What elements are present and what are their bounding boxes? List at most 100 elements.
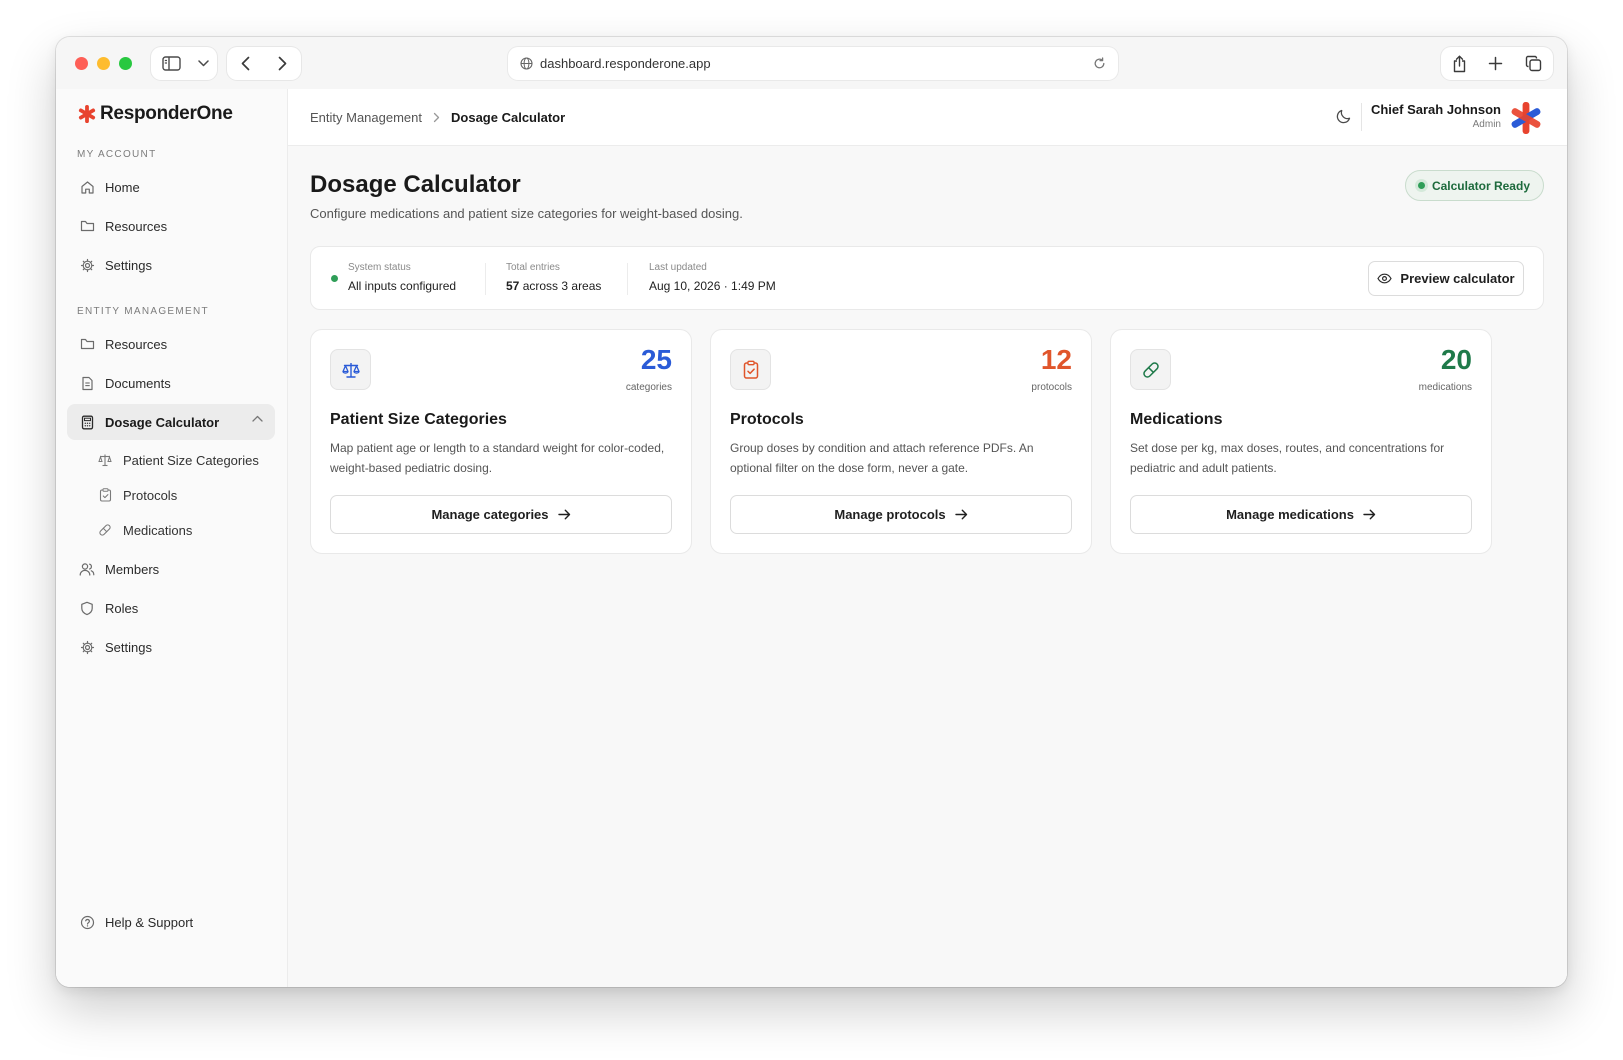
sidebar-item-documents[interactable]: Documents — [67, 365, 275, 401]
stat-total-entries: Total entries 57 across 3 areas — [506, 262, 601, 293]
brand-name: ResponderOne — [100, 103, 233, 124]
help-icon — [79, 914, 95, 930]
browser-window: dashboard.responderone.app ResponderOne — [56, 37, 1567, 987]
stat-value: 57 across 3 areas — [506, 279, 601, 293]
preview-calculator-button[interactable]: Preview calculator — [1368, 261, 1524, 296]
sidebar-item-entity-resources[interactable]: Resources — [67, 326, 275, 362]
pill-icon — [98, 523, 112, 537]
sidebar-subitem-patient-size-categories[interactable]: Patient Size Categories — [98, 446, 274, 474]
manage-protocols-button[interactable]: Manage protocols — [730, 495, 1072, 534]
card-icon-container — [330, 349, 371, 390]
sidebar-item-dosage-calculator[interactable]: Dosage Calculator — [67, 404, 275, 440]
breadcrumb-current: Dosage Calculator — [451, 110, 566, 125]
home-icon — [79, 179, 95, 195]
breadcrumb-parent[interactable]: Entity Management — [310, 110, 422, 125]
status-summary-bar: System status All inputs configured Tota… — [310, 246, 1544, 310]
minimize-window-button[interactable] — [97, 57, 110, 70]
tabs-overview-icon[interactable] — [1525, 55, 1542, 72]
stat-label: System status — [348, 262, 411, 273]
sidebar-toggle-button[interactable] — [151, 47, 191, 80]
sidebar-item-label: Help & Support — [105, 914, 194, 930]
eye-icon — [1377, 273, 1393, 284]
sidebar-item-home[interactable]: Home — [67, 169, 275, 205]
tab-menu-button[interactable] — [191, 47, 215, 80]
url-text: dashboard.responderone.app — [540, 56, 711, 71]
sidebar-subitem-label: Protocols — [123, 487, 178, 503]
browser-titlebar: dashboard.responderone.app — [56, 37, 1567, 89]
sidebar-item-help-support[interactable]: Help & Support — [67, 904, 275, 940]
address-bar[interactable]: dashboard.responderone.app — [508, 47, 1118, 80]
manage-medications-button[interactable]: Manage medications — [1130, 495, 1472, 534]
chevron-up-icon[interactable] — [252, 415, 263, 422]
maximize-window-button[interactable] — [119, 57, 132, 70]
share-icon[interactable] — [1452, 55, 1467, 73]
sidebar-item-roles[interactable]: Roles — [67, 590, 275, 626]
card-count-unit: medications — [1418, 382, 1472, 393]
avatar[interactable] — [1509, 101, 1543, 135]
card-title: Patient Size Categories — [330, 411, 507, 428]
entries-suffix: across 3 areas — [522, 279, 602, 293]
card-medications: 20 medications Medications Set dose per … — [1110, 329, 1492, 554]
sidebar: ResponderOne MY ACCOUNT Home Resources S… — [56, 89, 288, 987]
card-description: Map patient age or length to a standard … — [330, 441, 665, 475]
sidebar-subitem-label: Patient Size Categories — [123, 452, 259, 468]
folder-icon — [79, 336, 95, 352]
sidebar-item-label: Members — [105, 561, 160, 577]
sidebar-item-label: Dosage Calculator — [105, 414, 220, 430]
stat-divider — [627, 263, 628, 295]
sidebar-toggle-icon — [161, 56, 181, 71]
brand-logo[interactable]: ResponderOne — [77, 103, 233, 125]
sidebar-subitem-protocols[interactable]: Protocols — [98, 481, 274, 509]
sidebar-item-label: Settings — [105, 257, 152, 273]
stat-last-updated: Last updated Aug 10, 2026 · 1:49 PM — [649, 262, 776, 293]
gear-icon — [79, 639, 95, 655]
sidebar-item-resources[interactable]: Resources — [67, 208, 275, 244]
breadcrumb-chevron-icon — [433, 112, 440, 123]
page-subtitle: Configure medications and patient size c… — [310, 206, 743, 221]
dark-mode-toggle-icon[interactable] — [1335, 108, 1352, 125]
section-label-my-account: MY ACCOUNT — [77, 149, 157, 160]
card-protocols: 12 protocols Protocols Group doses by co… — [710, 329, 1092, 554]
manage-categories-button[interactable]: Manage categories — [330, 495, 672, 534]
system-status-dot — [331, 275, 338, 282]
chevron-left-icon — [241, 56, 250, 71]
close-window-button[interactable] — [75, 57, 88, 70]
status-badge-label: Calculator Ready — [1431, 178, 1530, 193]
stat-divider — [485, 263, 486, 295]
reload-icon[interactable] — [1093, 57, 1106, 70]
users-icon — [79, 561, 95, 577]
sidebar-item-label: Home — [105, 179, 140, 195]
arrow-right-icon — [954, 509, 967, 520]
card-title: Protocols — [730, 411, 804, 428]
stat-value: All inputs configured — [348, 279, 457, 293]
button-label: Manage medications — [1226, 507, 1354, 522]
card-count: 20 — [1440, 344, 1472, 375]
browser-actions — [1441, 47, 1553, 80]
forward-button[interactable] — [264, 47, 301, 80]
chevron-down-icon — [197, 60, 209, 67]
sidebar-item-members[interactable]: Members — [67, 551, 275, 587]
sidebar-item-settings[interactable]: Settings — [67, 247, 275, 283]
new-tab-icon[interactable] — [1488, 56, 1503, 71]
back-button[interactable] — [227, 47, 264, 80]
card-title: Medications — [1130, 411, 1223, 428]
brand-logo-icon — [78, 105, 96, 123]
button-label: Manage protocols — [834, 507, 946, 522]
document-icon — [79, 375, 95, 391]
card-count: 12 — [1040, 344, 1072, 375]
sidebar-item-label: Resources — [105, 218, 168, 234]
stat-system-status: System status All inputs configured — [348, 262, 456, 293]
sidebar-subitem-medications[interactable]: Medications — [98, 516, 274, 544]
user-info[interactable]: Chief Sarah Johnson Admin — [1371, 102, 1501, 130]
card-description: Group doses by condition and attach refe… — [730, 441, 1034, 475]
chevron-right-icon — [278, 56, 287, 71]
history-nav-group — [227, 47, 301, 80]
card-icon-container — [1130, 349, 1171, 390]
sidebar-subitem-label: Medications — [123, 522, 193, 538]
calculator-icon — [79, 414, 95, 430]
page-title: Dosage Calculator — [310, 171, 521, 198]
status-badge: Calculator Ready — [1404, 170, 1544, 201]
card-count-unit: categories — [625, 382, 672, 393]
sidebar-item-entity-settings[interactable]: Settings — [67, 629, 275, 665]
sidebar-item-label: Settings — [105, 639, 152, 655]
